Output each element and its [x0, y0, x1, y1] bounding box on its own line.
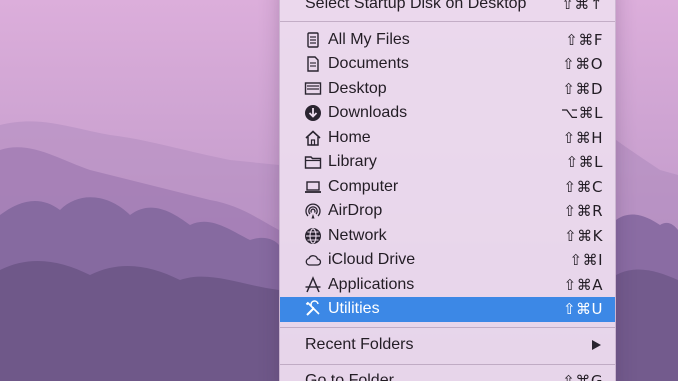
menu-item-label: Downloads — [328, 104, 408, 122]
menu-item-desktop[interactable]: Desktop ⇧⌘D — [280, 77, 615, 102]
utilities-icon — [303, 299, 323, 319]
desktop-icon — [303, 79, 323, 99]
menu-item-go-to-folder[interactable]: Go to Folder... ⇧⌘G — [280, 369, 615, 381]
menu-item-label: AirDrop — [328, 202, 383, 220]
menu-item-utilities[interactable]: Utilities ⇧⌘U — [280, 297, 615, 322]
menu-item-shortcut: ⇧⌘L — [565, 153, 603, 172]
submenu-arrow-icon — [592, 340, 601, 351]
menu-item-shortcut: ⇧⌘F — [565, 30, 603, 49]
menu-separator — [280, 327, 615, 328]
network-icon — [303, 226, 323, 246]
menu-item-shortcut: ⇧⌘H — [562, 128, 603, 147]
menu-item-select-startup-disk[interactable]: Select Startup Disk on Desktop ⇧⌘↑ — [280, 0, 615, 17]
menu-item-label: Home — [328, 128, 371, 146]
menu-item-label: Network — [328, 226, 387, 244]
all-my-files-icon — [303, 30, 323, 50]
menu-item-icloud-drive[interactable]: iCloud Drive ⇧⌘I — [280, 248, 615, 273]
downloads-icon — [303, 103, 323, 123]
folder-icon — [303, 152, 323, 172]
menu-item-shortcut: ⇧⌘G — [562, 372, 603, 381]
menu-item-documents[interactable]: Documents ⇧⌘O — [280, 52, 615, 77]
cloud-icon — [303, 250, 323, 270]
menu-item-recent-folders[interactable]: Recent Folders — [280, 333, 615, 358]
menu-item-shortcut: ⇧⌘C — [563, 177, 603, 196]
menu-item-shortcut: ⇧⌘R — [563, 202, 603, 221]
menu-item-home[interactable]: Home ⇧⌘H — [280, 126, 615, 151]
menu-item-label: Library — [328, 153, 377, 171]
menu-item-shortcut: ⇧⌘U — [562, 300, 603, 319]
menu-item-library[interactable]: Library ⇧⌘L — [280, 150, 615, 175]
documents-icon — [303, 54, 323, 74]
menu-item-shortcut: ⇧⌘O — [562, 55, 603, 74]
computer-icon — [303, 177, 323, 197]
airdrop-icon — [303, 201, 323, 221]
menu-item-shortcut: ⇧⌘↑ — [561, 0, 603, 14]
menu-separator — [280, 21, 615, 22]
menu-item-label: iCloud Drive — [328, 251, 416, 269]
menu-item-applications[interactable]: Applications ⇧⌘A — [280, 273, 615, 298]
home-icon — [303, 128, 323, 148]
menu-item-shortcut: ⇧⌘D — [562, 79, 603, 98]
menu-item-label: Documents — [328, 55, 409, 73]
menu-item-computer[interactable]: Computer ⇧⌘C — [280, 175, 615, 200]
menu-item-shortcut: ⇧⌘I — [569, 251, 603, 270]
menu-item-label: Applications — [328, 275, 415, 293]
menu-item-label: Utilities — [328, 300, 380, 318]
menu-item-label: Desktop — [328, 79, 387, 97]
menu-item-shortcut: ⇧⌘K — [564, 226, 603, 245]
go-menu-dropdown: Select Startup Disk on Desktop ⇧⌘↑ All M… — [279, 0, 616, 381]
applications-icon — [303, 275, 323, 295]
menu-separator — [280, 364, 615, 365]
menu-item-label: Recent Folders — [305, 336, 414, 354]
menu-item-label: Select Startup Disk on Desktop — [305, 0, 527, 13]
menu-item-airdrop[interactable]: AirDrop ⇧⌘R — [280, 199, 615, 224]
menu-item-label: All My Files — [328, 30, 410, 48]
menu-item-downloads[interactable]: Downloads ⌥⌘L — [280, 101, 615, 126]
menu-item-label: Computer — [328, 177, 399, 195]
menu-item-label: Go to Folder... — [305, 372, 407, 381]
menu-item-shortcut: ⇧⌘A — [563, 275, 603, 294]
menu-item-all-my-files[interactable]: All My Files ⇧⌘F — [280, 28, 615, 53]
menu-item-network[interactable]: Network ⇧⌘K — [280, 224, 615, 249]
menu-item-shortcut: ⌥⌘L — [560, 104, 603, 123]
